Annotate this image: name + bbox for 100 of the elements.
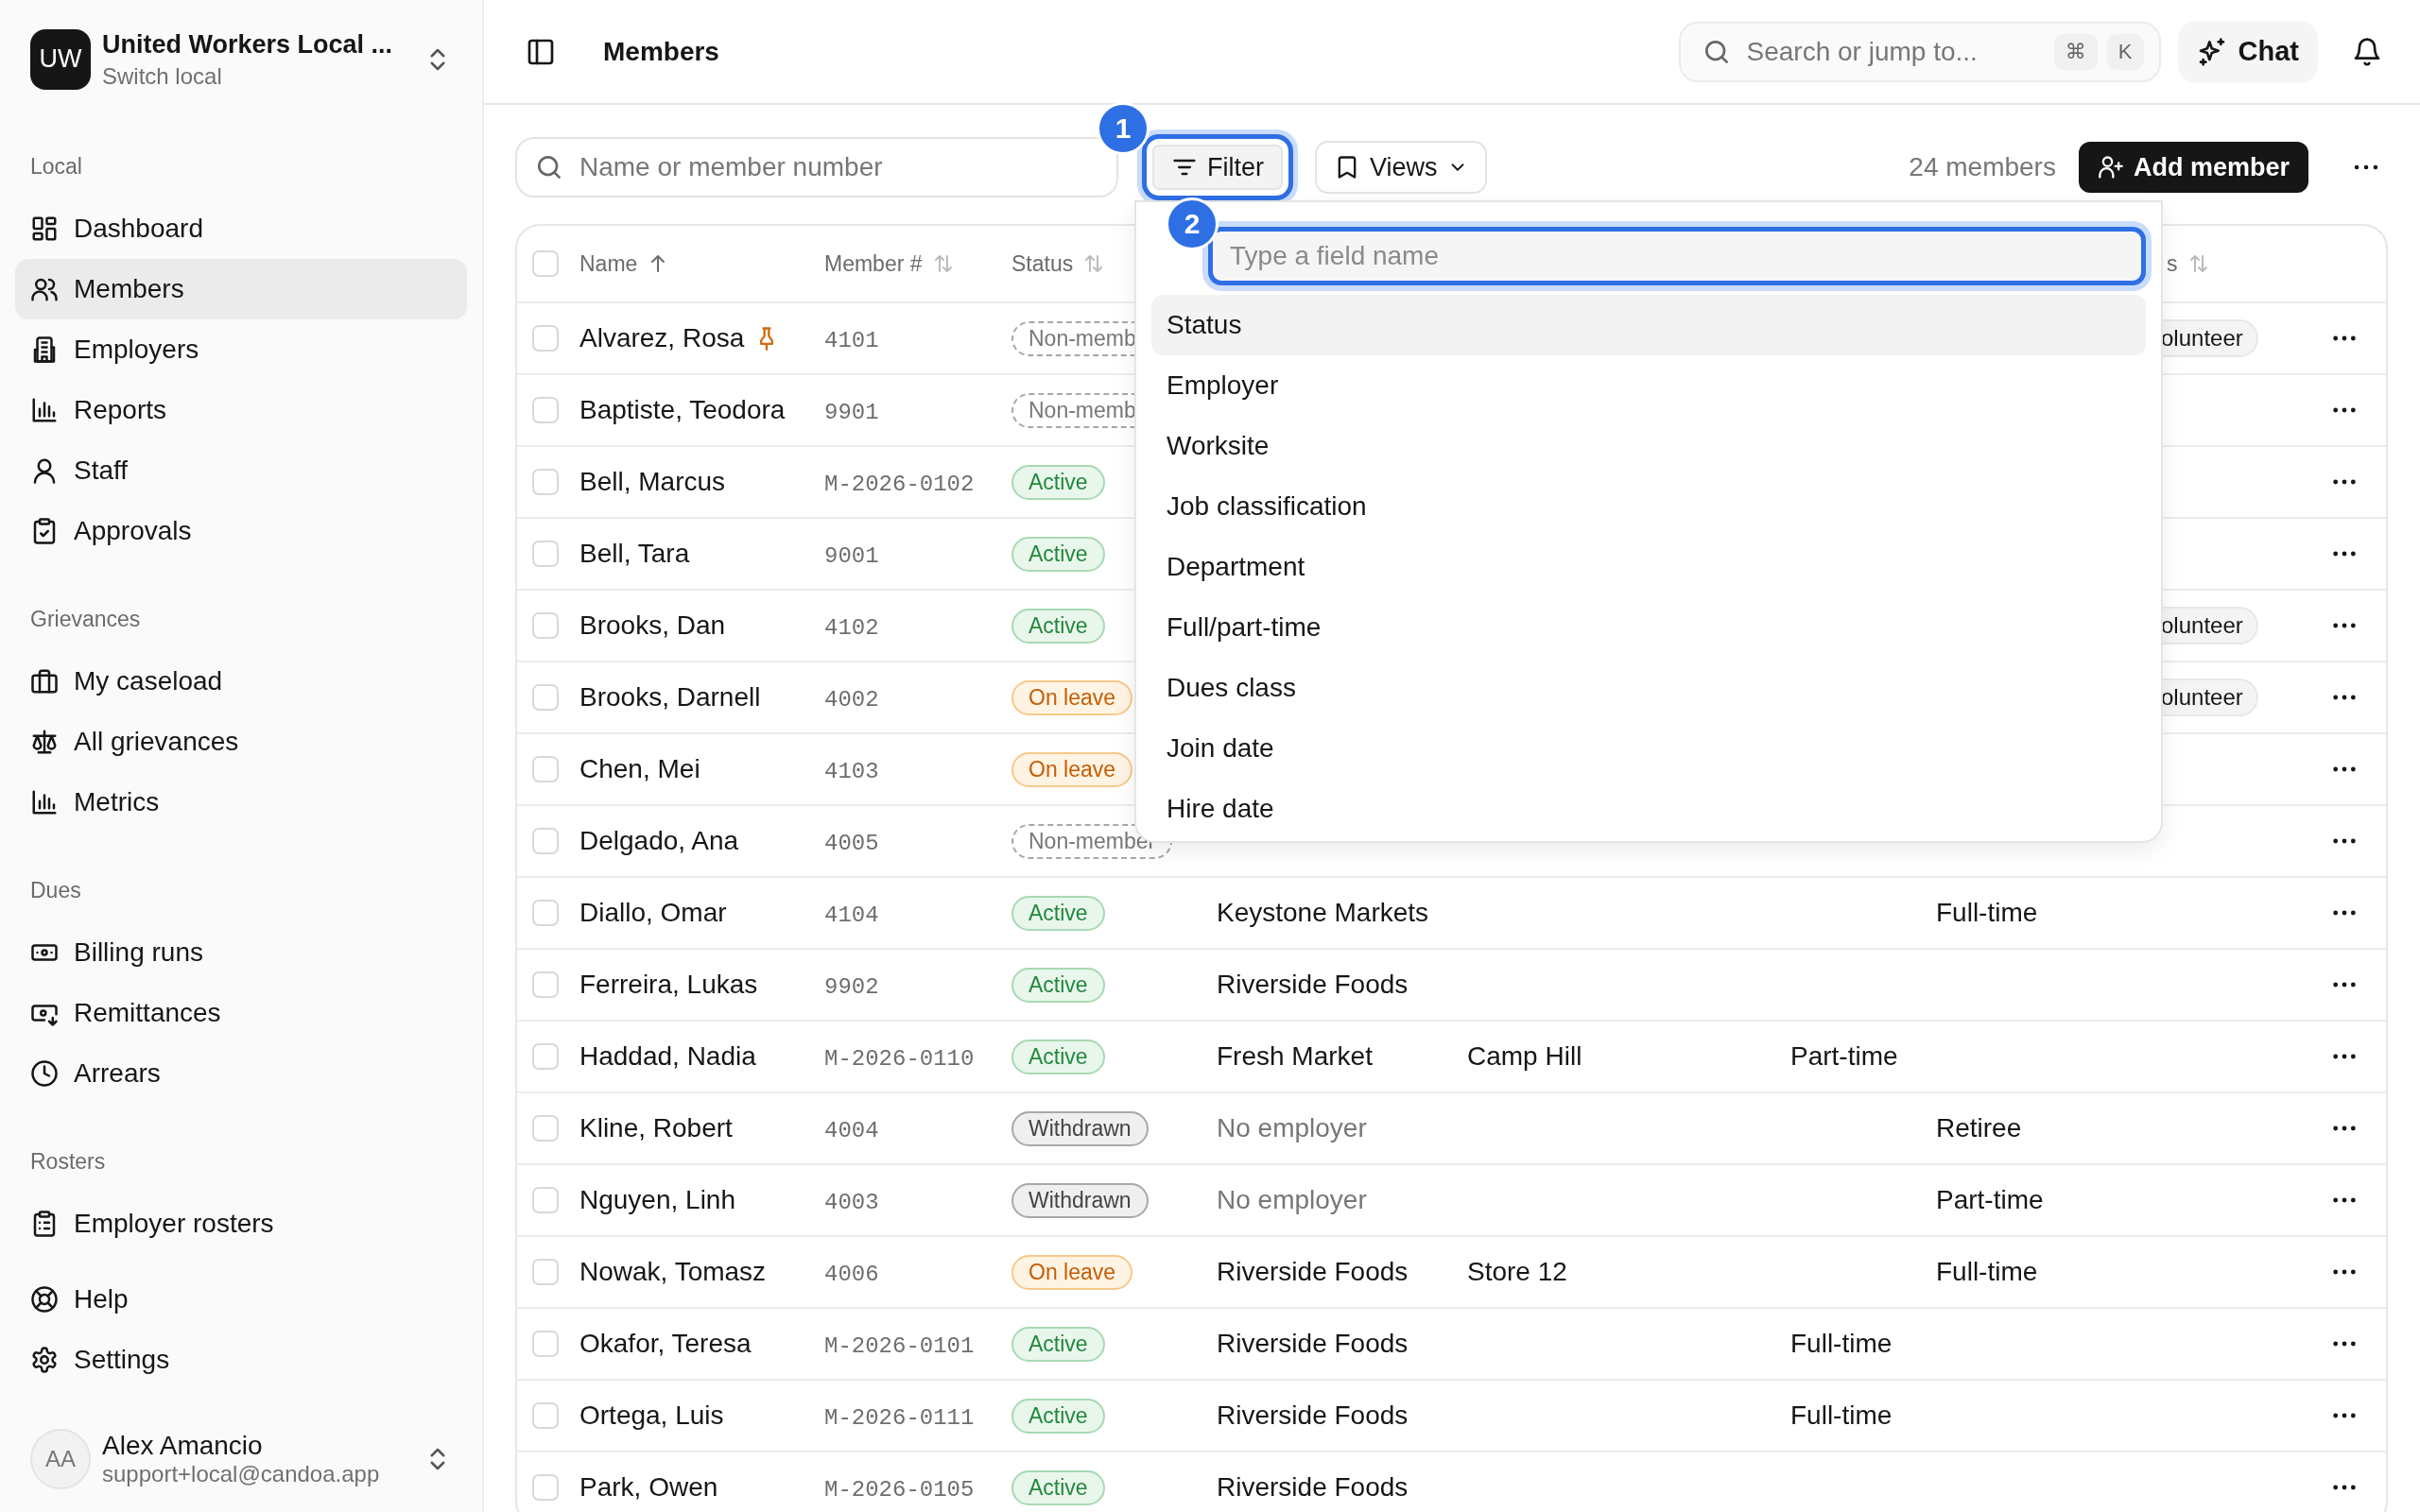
status-badge: Withdrawn [1011, 1182, 1149, 1218]
column-header[interactable]: Member # [824, 250, 1011, 277]
sidebar-item[interactable]: Billing runs [15, 922, 467, 984]
sidebar-item[interactable]: Approvals [15, 501, 467, 562]
member-name[interactable]: Brooks, Dan [579, 610, 726, 641]
sidebar-item[interactable]: Reports [15, 380, 467, 441]
row-checkbox[interactable] [532, 971, 559, 998]
row-checkbox[interactable] [532, 1402, 559, 1429]
sidebar-item[interactable]: Arrears [15, 1043, 467, 1105]
status-badge: Active [1011, 895, 1105, 931]
row-checkbox[interactable] [532, 612, 559, 639]
row-checkbox[interactable] [532, 469, 559, 495]
sidebar-item[interactable]: Remittances [15, 983, 467, 1044]
sidebar-item[interactable]: Members [15, 259, 467, 320]
employment-type-cell: Full-time [1790, 1400, 1893, 1430]
sidebar-item[interactable]: Metrics [15, 772, 467, 833]
member-name[interactable]: Nguyen, Linh [579, 1185, 735, 1215]
column-header[interactable]: Name [579, 250, 824, 277]
workspace-name[interactable]: United Workers Local ... [102, 28, 412, 64]
row-checkbox[interactable] [532, 397, 559, 423]
sidebar-item[interactable]: Help [15, 1269, 467, 1331]
keyboard-key: K [2106, 33, 2144, 70]
sidebar-section-label: Dues [29, 878, 82, 905]
worksite-cell: Camp Hill [1467, 1041, 1582, 1071]
member-name[interactable]: Kline, Robert [579, 1113, 733, 1143]
row-checkbox[interactable] [532, 684, 559, 711]
member-search-field[interactable]: Name or member number [515, 137, 1118, 198]
member-number: 9001 [824, 543, 879, 569]
member-name[interactable]: Delgado, Ana [579, 826, 739, 856]
menu-item[interactable]: Department [1151, 537, 2146, 597]
views-button[interactable]: Views [1315, 141, 1487, 194]
row-checkbox[interactable] [532, 756, 559, 782]
row-checkbox[interactable] [532, 1259, 559, 1285]
row-checkbox[interactable] [532, 1115, 559, 1142]
user-name[interactable]: Alex Amancio [102, 1431, 412, 1461]
employer-cell: Riverside Foods [1217, 970, 1409, 999]
menu-item[interactable]: Employer [1151, 355, 2146, 416]
member-name[interactable]: Okafor, Teresa [579, 1329, 752, 1359]
bar-chart-icon [30, 396, 59, 425]
select-all-checkbox[interactable] [532, 250, 559, 277]
member-name[interactable]: Park, Owen [579, 1472, 718, 1503]
worksite-cell: Store 12 [1467, 1257, 1567, 1286]
user-email[interactable]: support+local@candoa.app [102, 1461, 412, 1487]
row-checkbox[interactable] [532, 900, 559, 926]
sidebar-section-label: Rosters [29, 1149, 107, 1177]
global-search-field[interactable]: Search or jump to... ⌘ K [1678, 21, 2161, 82]
member-name[interactable]: Baptiste, Teodora [579, 395, 786, 425]
bell-icon[interactable] [2352, 36, 2382, 67]
member-name[interactable]: Bell, Marcus [579, 467, 726, 497]
sidebar-item[interactable]: Settings [15, 1330, 467, 1391]
menu-item[interactable]: Worksite [1151, 416, 2146, 476]
member-number: 9901 [824, 400, 879, 425]
sidebar-item[interactable]: Employer rosters [15, 1194, 467, 1255]
row-checkbox[interactable] [532, 1187, 559, 1213]
column-header[interactable]: s [2157, 250, 2308, 277]
chat-button[interactable]: Chat [2177, 21, 2318, 82]
employment-type-cell: Retiree [1936, 1113, 2022, 1143]
row-checkbox[interactable] [532, 1331, 559, 1357]
sidebar-section-label: Local [29, 154, 83, 181]
status-badge: Active [1011, 608, 1105, 644]
member-name[interactable]: Alvarez, Rosa [579, 323, 745, 353]
workspace-subtitle[interactable]: Switch local [102, 63, 412, 91]
member-name[interactable]: Haddad, Nadia [579, 1041, 756, 1072]
member-name[interactable]: Ortega, Luis [579, 1400, 724, 1431]
member-number: 4002 [824, 687, 879, 713]
member-number: M-2026-0105 [824, 1477, 975, 1503]
menu-item[interactable]: Full/part-time [1151, 597, 2146, 658]
row-checkbox[interactable] [532, 325, 559, 352]
member-name[interactable]: Ferreira, Lukas [579, 970, 758, 1000]
scale-icon [30, 728, 59, 757]
member-number: 4101 [824, 328, 879, 353]
menu-item[interactable]: Status [1151, 295, 2146, 355]
employment-type-cell: Part-time [1790, 1041, 1898, 1071]
menu-item[interactable]: Dues class [1151, 658, 2146, 718]
menu-item[interactable]: Join date [1151, 718, 2146, 779]
menu-item[interactable]: Job classification [1151, 476, 2146, 537]
member-name[interactable]: Brooks, Darnell [579, 682, 761, 713]
member-name[interactable]: Nowak, Tomasz [579, 1257, 767, 1287]
row-checkbox[interactable] [532, 828, 559, 854]
row-checkbox[interactable] [532, 541, 559, 567]
member-name[interactable]: Chen, Mei [579, 754, 700, 784]
employer-cell: Riverside Foods [1217, 1400, 1409, 1430]
page-title: Members [603, 36, 720, 67]
row-checkbox[interactable] [532, 1043, 559, 1070]
member-name[interactable]: Diallo, Omar [579, 898, 727, 928]
employer-cell: No employer [1217, 1185, 1367, 1214]
sidebar-item[interactable]: My caseload [15, 651, 467, 713]
lifebuoy-icon [30, 1285, 59, 1314]
sidebar-item[interactable]: Dashboard [15, 198, 467, 260]
sidebar-item[interactable]: Staff [15, 440, 467, 502]
add-member-button[interactable]: Add member [2078, 142, 2308, 193]
sidebar-item[interactable]: All grievances [15, 712, 467, 773]
sidebar-item[interactable]: Employers [15, 319, 467, 381]
member-number: 4104 [824, 902, 879, 928]
employer-cell: Riverside Foods [1217, 1472, 1409, 1502]
member-number: 4006 [824, 1262, 879, 1287]
member-name[interactable]: Bell, Tara [579, 539, 690, 569]
status-badge: Active [1011, 464, 1105, 500]
filter-button[interactable]: Filter [1142, 134, 1293, 200]
row-checkbox[interactable] [532, 1474, 559, 1501]
